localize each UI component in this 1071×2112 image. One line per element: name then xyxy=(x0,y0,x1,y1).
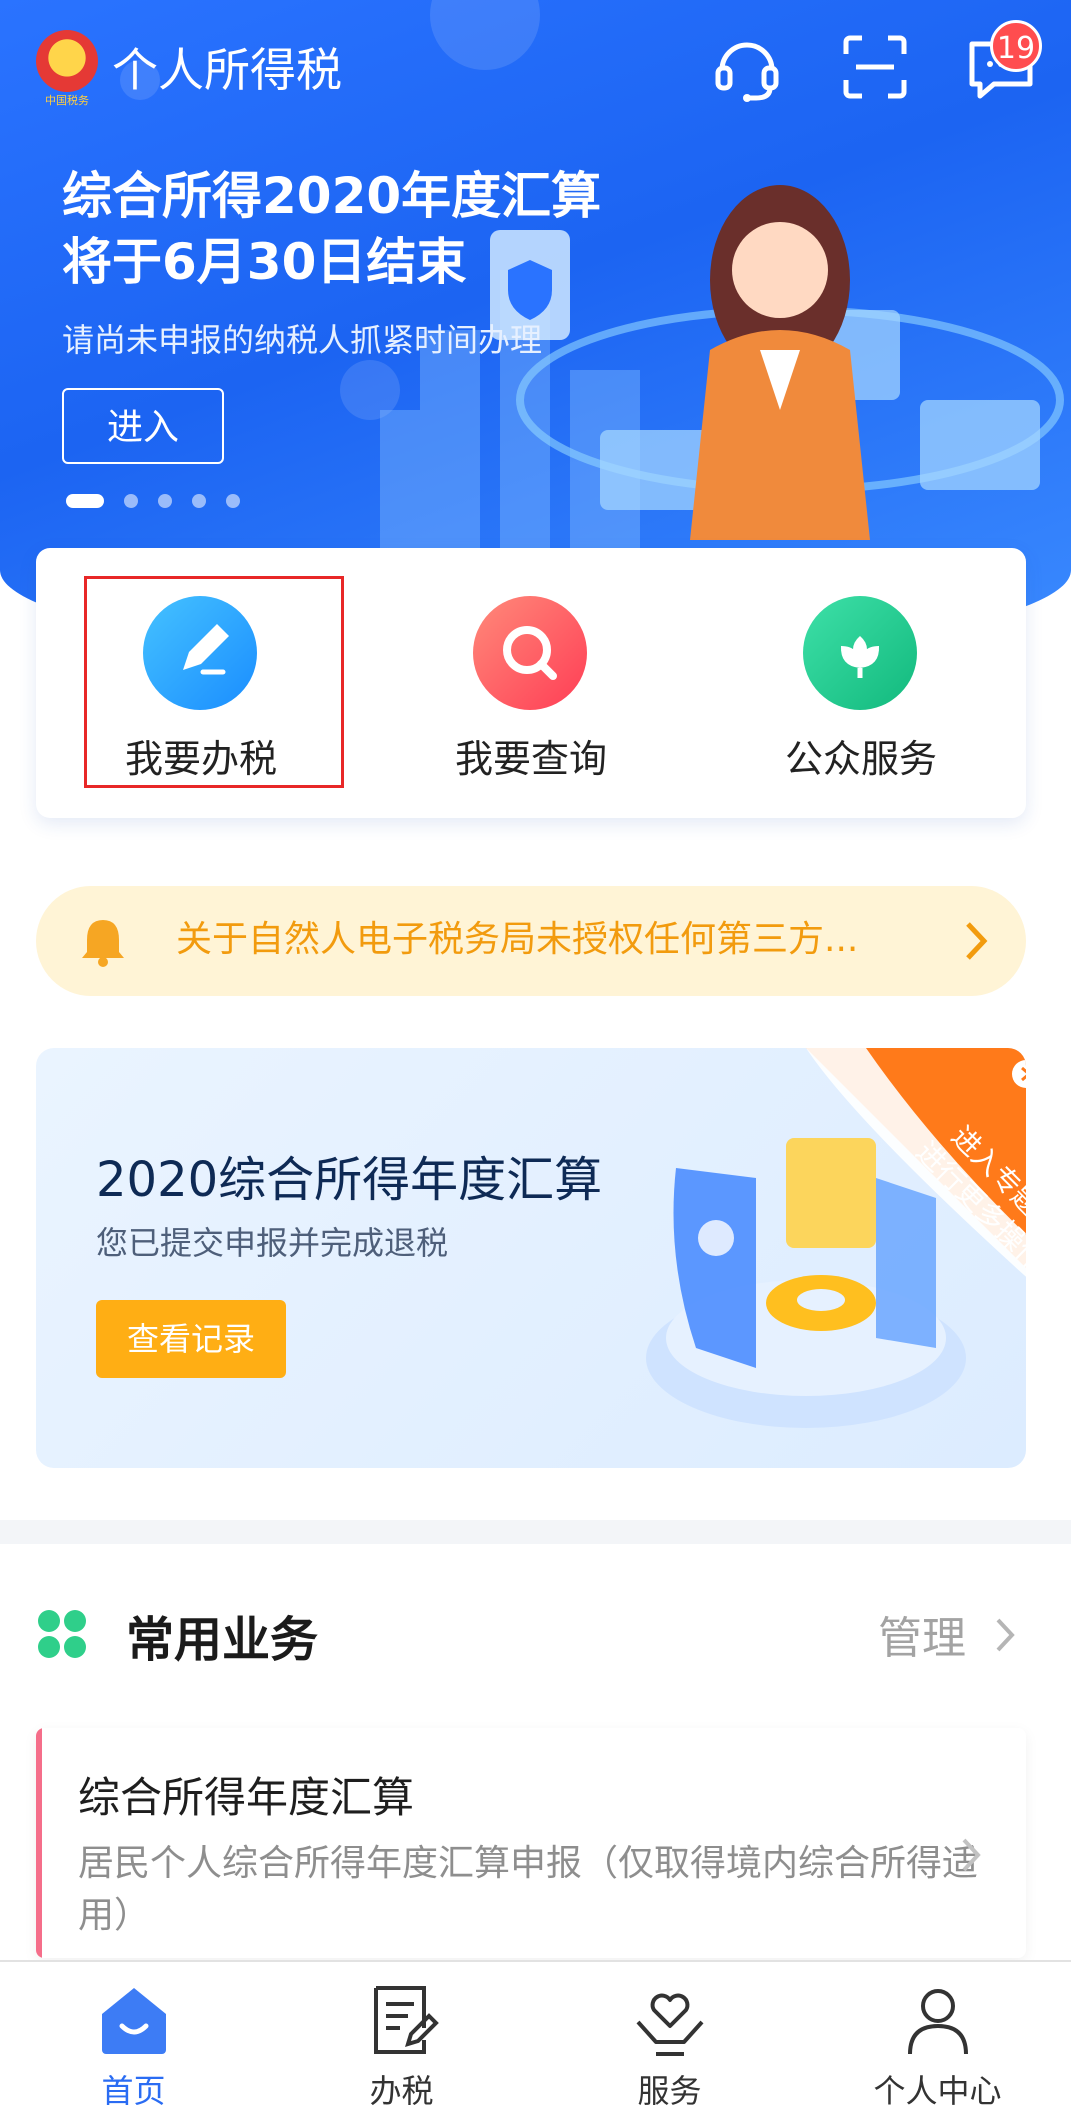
banner-illustration xyxy=(490,185,1064,540)
carousel-dot[interactable] xyxy=(158,494,172,508)
tab-label: 办税 xyxy=(369,2072,434,2110)
banner-headline-line2: 将于6月30日结束 xyxy=(62,233,467,291)
topic-page-ribbon[interactable]: 进入专题页 进行更多操作 xyxy=(806,1048,1026,1318)
tab-profile[interactable]: 个人中心 xyxy=(804,1962,1071,2111)
notice-bar[interactable]: 关于自然人电子税务局未授权任何第三方... xyxy=(36,886,1026,996)
notice-text: 关于自然人电子税务局未授权任何第三方... xyxy=(176,919,859,960)
service-item-title: 综合所得年度汇算 xyxy=(78,1773,415,1822)
quick-action-label: 公众服务 xyxy=(784,737,937,781)
annual-card-title: 2020综合所得年度汇算 xyxy=(96,1152,603,1208)
highlight-box xyxy=(84,576,344,788)
annual-settlement-card[interactable]: 2020综合所得年度汇算 您已提交申报并完成退税 查看记录 进入专题页 进行更多… xyxy=(36,1048,1026,1468)
quick-action-public-service[interactable]: 公众服务 xyxy=(696,548,1026,818)
tab-tax[interactable]: 办税 xyxy=(268,1962,535,2111)
carousel-dot[interactable] xyxy=(66,494,104,508)
message-badge: 19 xyxy=(990,20,1042,72)
app-title: 个人所得税 xyxy=(112,43,342,97)
tab-label: 服务 xyxy=(637,2072,702,2110)
service-item[interactable]: 综合所得年度汇算 居民个人综合所得年度汇算申报（仅取得境内综合所得适用） xyxy=(36,1728,1026,1958)
carousel-dot[interactable] xyxy=(192,494,206,508)
home-icon xyxy=(102,1988,166,2054)
manage-link[interactable]: 管理 xyxy=(878,1602,966,1666)
search-icon xyxy=(473,596,587,710)
service-accent-bar xyxy=(36,1728,42,1958)
banner-subtitle: 请尚未申报的纳税人抓紧时间办理 xyxy=(62,321,543,359)
quick-action-label: 我要查询 xyxy=(454,737,607,781)
flower-icon xyxy=(803,596,917,710)
document-edit-icon xyxy=(374,1986,439,2054)
tax-emblem-icon xyxy=(36,30,98,92)
bell-icon xyxy=(82,920,124,967)
tab-label: 首页 xyxy=(101,2072,166,2110)
chevron-right-icon xyxy=(962,1838,981,1872)
annual-card-subtitle: 您已提交申报并完成退税 xyxy=(96,1224,449,1262)
common-services-title: 常用业务 xyxy=(126,1612,319,1668)
quick-action-query[interactable]: 我要查询 xyxy=(366,548,696,818)
emblem-caption: 中国税务 xyxy=(45,94,89,107)
chevron-right-icon[interactable] xyxy=(990,1612,1020,1658)
service-item-description: 居民个人综合所得年度汇算申报（仅取得境内综合所得适用） xyxy=(78,1843,979,1936)
banner-headline-line1: 综合所得2020年度汇算 xyxy=(62,167,602,225)
carousel-dot[interactable] xyxy=(124,494,138,508)
headset-icon[interactable] xyxy=(710,30,784,104)
section-divider xyxy=(0,1520,1071,1544)
banner-enter-button[interactable]: 进入 xyxy=(62,388,224,464)
grid-icon xyxy=(38,1610,86,1658)
view-record-button[interactable]: 查看记录 xyxy=(96,1300,286,1378)
tab-home[interactable]: 首页 xyxy=(0,1962,267,2111)
heart-hand-icon xyxy=(636,1993,704,2056)
bottom-tab-bar: 首页 办税 服务 个人中心 xyxy=(0,1960,1071,2111)
person-icon xyxy=(908,1989,968,2055)
carousel-dot[interactable] xyxy=(226,494,240,508)
scan-icon[interactable] xyxy=(838,30,912,104)
tab-label: 个人中心 xyxy=(873,2072,1002,2110)
tab-service[interactable]: 服务 xyxy=(536,1962,803,2111)
chevron-right-icon xyxy=(966,922,988,960)
